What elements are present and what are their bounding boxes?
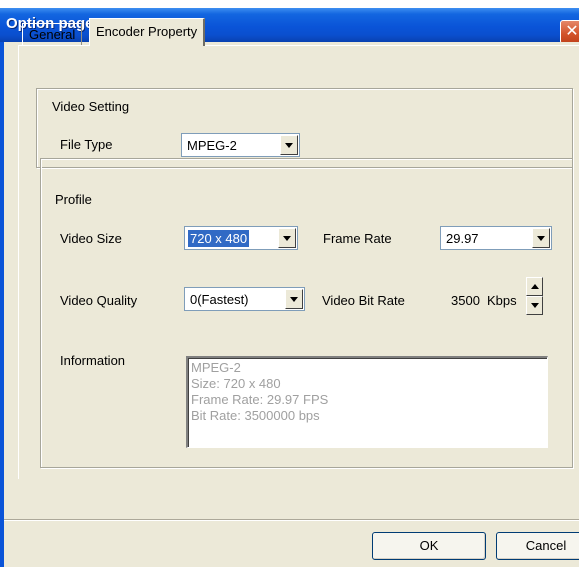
video-bit-rate-value: 3500 xyxy=(451,293,480,308)
chevron-down-icon xyxy=(290,297,298,302)
frame-rate-dropdown-button[interactable] xyxy=(532,228,550,248)
video-size-label: Video Size xyxy=(60,231,122,246)
video-quality-dropdown-button[interactable] xyxy=(285,289,303,309)
video-quality-label: Video Quality xyxy=(60,293,138,308)
info-line: Size: 720 x 480 xyxy=(191,376,281,391)
video-quality-select[interactable]: 0(Fastest) xyxy=(184,287,305,311)
video-quality-value: 0(Fastest) xyxy=(190,292,249,307)
tab-encoder-property[interactable]: Encoder Property xyxy=(89,18,206,46)
close-button[interactable]: ✕ xyxy=(560,20,579,44)
video-bit-rate-unit: Kbps xyxy=(487,293,517,308)
cancel-button[interactable]: Cancel xyxy=(496,532,579,560)
chevron-down-icon xyxy=(283,236,291,241)
frame-rate-value: 29.97 xyxy=(446,231,479,246)
frame-rate-select[interactable]: 29.97 xyxy=(440,226,552,250)
video-bit-rate-label: Video Bit Rate xyxy=(322,293,405,308)
information-textbox[interactable]: MPEG-2 Size: 720 x 480 Frame Rate: 29.97… xyxy=(186,356,548,448)
separator xyxy=(4,519,579,521)
profile-legend: Profile xyxy=(52,192,95,208)
tab-general-label: General xyxy=(29,27,76,42)
video-setting-legend: Video Setting xyxy=(49,99,133,115)
spin-up-button[interactable] xyxy=(526,277,543,296)
info-line: Bit Rate: 3500000 bps xyxy=(191,408,320,423)
file-type-value: MPEG-2 xyxy=(187,138,237,153)
arrow-up-icon xyxy=(531,284,539,289)
info-line: MPEG-2 xyxy=(191,360,241,375)
video-size-dropdown-button[interactable] xyxy=(278,228,296,248)
info-line: Frame Rate: 29.97 FPS xyxy=(191,392,329,407)
ok-button[interactable]: OK xyxy=(372,532,486,560)
chevron-down-icon xyxy=(285,143,293,148)
file-type-select[interactable]: MPEG-2 xyxy=(181,133,300,157)
arrow-down-icon xyxy=(531,303,539,308)
frame-rate-label: Frame Rate xyxy=(323,231,392,246)
title-bar[interactable]: Option page ✕ xyxy=(0,8,579,44)
video-bit-rate-spinner[interactable] xyxy=(526,277,543,315)
video-size-value: 720 x 480 xyxy=(188,230,250,247)
tab-general[interactable]: General xyxy=(22,23,83,45)
tab-encoder-property-label: Encoder Property xyxy=(96,24,198,39)
chevron-down-icon xyxy=(537,236,545,241)
top-strip xyxy=(0,0,579,8)
spin-down-button[interactable] xyxy=(526,296,543,315)
video-size-select[interactable]: 720 x 480 xyxy=(184,226,298,250)
close-icon: ✕ xyxy=(565,23,579,40)
file-type-dropdown-button[interactable] xyxy=(280,135,298,155)
information-label: Information xyxy=(60,353,126,368)
file-type-label: File Type xyxy=(60,137,113,152)
